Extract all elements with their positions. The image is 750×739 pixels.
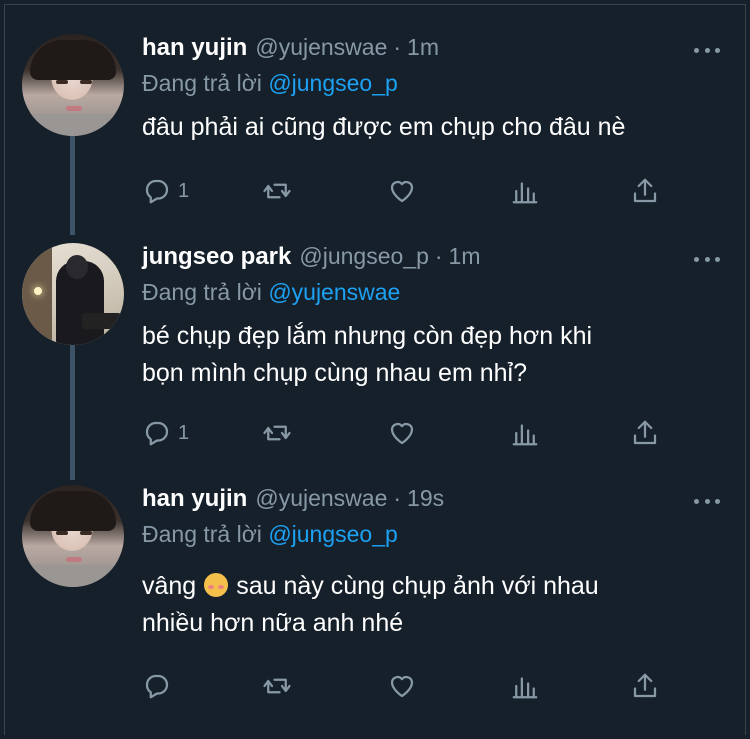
like-button[interactable] [387, 176, 417, 206]
retweet-icon [263, 183, 291, 199]
timestamp[interactable]: 1m [449, 243, 481, 270]
tweet-text-segment: vâng [142, 572, 197, 600]
smiling-face-with-hearts-icon [204, 573, 229, 597]
retweet-button[interactable] [262, 418, 292, 448]
reply-icon [145, 421, 169, 446]
share-icon [633, 673, 657, 698]
timestamp[interactable]: 1m [407, 34, 439, 61]
replying-to: Đang trả lời @jungseo_p [142, 70, 730, 97]
mention-link[interactable]: @jungseo_p [268, 521, 398, 547]
tweet-actions: 1 [142, 176, 672, 206]
display-name[interactable]: han yujin [142, 34, 247, 62]
reply-icon [145, 674, 169, 699]
share-icon [633, 178, 657, 203]
tweet-actions: 1 [142, 418, 672, 448]
reply-button[interactable] [142, 671, 172, 701]
analytics-button[interactable] [510, 671, 540, 701]
reply-count: 1 [178, 421, 190, 444]
more-icon[interactable] [694, 497, 720, 505]
mention-link[interactable]: @jungseo_p [268, 70, 398, 96]
user-handle[interactable]: @yujenswae [255, 485, 387, 512]
thread-line [70, 135, 75, 235]
display-name[interactable]: han yujin [142, 485, 247, 513]
analytics-icon [512, 424, 538, 446]
more-icon[interactable] [694, 255, 720, 263]
reply-icon [145, 179, 169, 204]
analytics-button[interactable] [510, 418, 540, 448]
retweet-button[interactable] [262, 176, 292, 206]
tweet-content: jungseo park @jungseo_p · 1m Đang trả lờ… [142, 243, 730, 392]
more-icon[interactable] [694, 46, 720, 54]
heart-icon [390, 422, 414, 445]
separator-dot: · [393, 485, 402, 511]
reply-count: 1 [178, 179, 190, 202]
tweet-header: jungseo park @jungseo_p · 1m [142, 243, 730, 273]
analytics-button[interactable] [510, 176, 540, 206]
tweet-header: han yujin @yujenswae · 1m [142, 34, 730, 64]
heart-icon [390, 180, 414, 203]
tweet-text-line: bọn mình chụp cùng nhau em nhỉ? [142, 359, 527, 387]
user-handle[interactable]: @yujenswae [255, 34, 387, 61]
replying-label: Đang trả lời [142, 70, 262, 96]
retweet-button[interactable] [262, 671, 292, 701]
tweet-header: han yujin @yujenswae · 19s [142, 485, 730, 515]
analytics-icon [512, 677, 538, 699]
reply-button[interactable]: 1 [142, 418, 189, 448]
tweet-text-line: bé chụp đẹp lắm nhưng còn đẹp hơn khi [142, 322, 593, 350]
tweet-content: han yujin @yujenswae · 19s Đang trả lời … [142, 485, 730, 642]
avatar[interactable] [22, 485, 124, 587]
share-button[interactable] [630, 176, 660, 206]
user-handle[interactable]: @jungseo_p [299, 243, 429, 270]
retweet-icon [263, 425, 291, 441]
share-button[interactable] [630, 671, 660, 701]
tweet-actions [142, 671, 672, 701]
reply-button[interactable]: 1 [142, 176, 189, 206]
share-button[interactable] [630, 418, 660, 448]
thread-line [70, 345, 75, 480]
like-button[interactable] [387, 418, 417, 448]
avatar[interactable] [22, 34, 124, 136]
display-name[interactable]: jungseo park [142, 243, 291, 271]
replying-to: Đang trả lời @yujenswae [142, 279, 730, 306]
tweet-text: đâu phải ai cũng được em chụp cho đâu nè [142, 109, 730, 146]
tweet-text-line: vâng sau này cùng chụp ảnh với nhau [142, 568, 730, 605]
tweet-text-segment: sau này cùng chụp ảnh với nhau [236, 572, 599, 600]
timestamp[interactable]: 19s [407, 485, 444, 512]
tweet-text-line: đâu phải ai cũng được em chụp cho đâu nè [142, 113, 626, 141]
separator-dot: · [393, 34, 402, 60]
like-button[interactable] [387, 671, 417, 701]
heart-icon [390, 675, 414, 698]
tweet-text: vâng sau này cùng chụp ảnh với nhau nhiều… [142, 568, 730, 642]
avatar[interactable] [22, 243, 124, 345]
separator-dot: · [434, 243, 443, 269]
replying-label: Đang trả lời [142, 279, 262, 305]
replying-label: Đang trả lời [142, 521, 262, 547]
mention-link[interactable]: @yujenswae [268, 279, 400, 305]
analytics-icon [512, 182, 538, 204]
tweet-content: han yujin @yujenswae · 1m Đang trả lời @… [142, 34, 730, 146]
share-icon [633, 420, 657, 445]
replying-to: Đang trả lời @jungseo_p [142, 521, 730, 548]
tweet-text: bé chụp đẹp lắm nhưng còn đẹp hơn khi bọ… [142, 318, 730, 392]
retweet-icon [263, 678, 291, 694]
tweet-text-line: nhiều hơn nữa anh nhé [142, 609, 404, 637]
